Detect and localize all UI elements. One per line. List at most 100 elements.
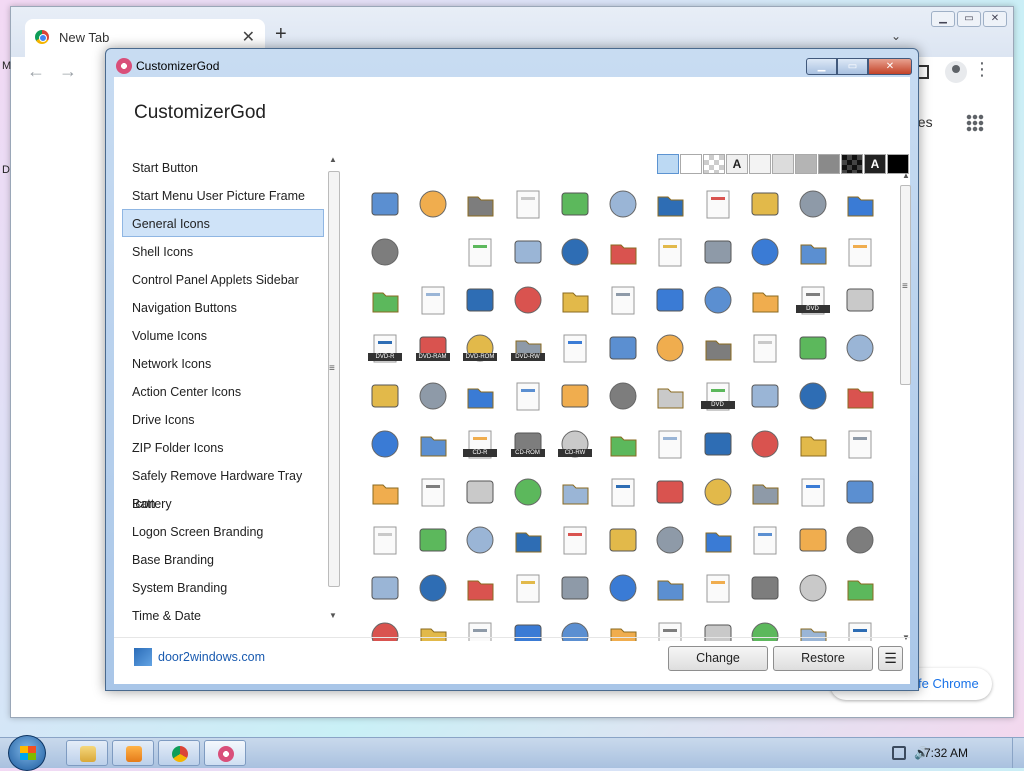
system-icon[interactable]	[558, 187, 592, 221]
system-icon[interactable]: CD-RW	[558, 427, 592, 461]
system-icon[interactable]	[511, 571, 545, 605]
start-orb-icon[interactable]	[8, 735, 46, 771]
system-icon[interactable]	[606, 523, 640, 557]
system-icon[interactable]	[701, 427, 735, 461]
system-icon[interactable]	[653, 571, 687, 605]
system-icon[interactable]	[843, 427, 877, 461]
system-icon[interactable]	[748, 427, 782, 461]
icon-grid[interactable]: DVD DVD-R DVD-RAM DVD-ROM DVD-RW DVD CD-R CD-RO…	[362, 183, 894, 641]
system-icon[interactable]	[748, 475, 782, 509]
system-icon[interactable]	[796, 187, 830, 221]
system-icon[interactable]	[653, 427, 687, 461]
nav-item-base-branding[interactable]: Base Branding	[122, 545, 324, 573]
taskbar-media-player-button[interactable]	[112, 740, 154, 766]
system-icon[interactable]	[511, 187, 545, 221]
system-icon[interactable]	[606, 187, 640, 221]
show-desktop-button[interactable]	[1012, 738, 1024, 768]
system-icon[interactable]	[653, 283, 687, 317]
nav-item-logon-screen-branding[interactable]: Logon Screen Branding	[122, 517, 324, 545]
chrome-close-button[interactable]: ✕	[983, 11, 1007, 27]
system-icon[interactable]	[796, 235, 830, 269]
close-button[interactable]: ✕	[868, 58, 912, 75]
system-icon[interactable]: CD-ROM	[510, 427, 545, 461]
system-icon[interactable]	[796, 475, 830, 509]
system-icon[interactable]	[843, 235, 877, 269]
door2windows-link[interactable]: door2windows.com	[158, 650, 265, 664]
scroll-down-arrow-icon[interactable]: ▼	[329, 611, 337, 620]
tab-close-icon[interactable]: ✕	[242, 27, 255, 47]
taskbar-chrome-button[interactable]	[158, 740, 200, 766]
system-icon[interactable]	[416, 283, 450, 317]
system-icon[interactable]	[843, 523, 877, 557]
taskbar-customizergod-button[interactable]	[204, 740, 246, 766]
nav-item-shell-icons[interactable]: Shell Icons	[122, 237, 324, 265]
system-icon[interactable]	[606, 427, 640, 461]
system-icon[interactable]	[463, 523, 497, 557]
system-icon[interactable]	[796, 427, 830, 461]
grid-scroll-up-icon[interactable]: ▲	[902, 171, 910, 180]
system-icon[interactable]	[368, 571, 402, 605]
system-icon[interactable]	[843, 475, 877, 509]
system-icon[interactable]	[416, 427, 450, 461]
background-swatch[interactable]: A	[726, 154, 748, 174]
nav-item-control-panel-applets-sidebar[interactable]: Control Panel Applets Sidebar	[122, 265, 324, 293]
system-icon[interactable]	[748, 283, 782, 317]
category-list[interactable]: Start Button Start Menu User Picture Fram…	[122, 153, 324, 623]
back-button[interactable]: ←	[27, 61, 45, 82]
scrollbar-thumb[interactable]	[328, 171, 340, 587]
system-icon[interactable]	[416, 571, 450, 605]
system-icon[interactable]	[511, 379, 545, 413]
background-swatch[interactable]	[749, 154, 771, 174]
system-icon[interactable]	[416, 187, 450, 221]
system-icon[interactable]	[843, 379, 877, 413]
background-swatch[interactable]	[657, 154, 679, 174]
system-icon[interactable]	[606, 475, 640, 509]
system-icon[interactable]	[796, 571, 830, 605]
system-icon[interactable]	[748, 235, 782, 269]
background-swatch[interactable]	[795, 154, 817, 174]
category-list-scrollbar[interactable]: ▲ ≡ ▼	[324, 153, 341, 625]
system-icon[interactable]	[606, 379, 640, 413]
system-icon[interactable]	[558, 379, 592, 413]
minimize-button[interactable]: ▁	[806, 58, 837, 75]
system-icon[interactable]	[653, 331, 687, 365]
system-icon[interactable]	[796, 523, 830, 557]
system-icon[interactable]	[843, 283, 877, 317]
system-clock[interactable]: 7:32 AM	[924, 746, 968, 760]
options-menu-button[interactable]: ☰	[878, 646, 903, 671]
system-icon[interactable]	[653, 379, 687, 413]
nav-item-time-date[interactable]: Time & Date	[122, 601, 324, 623]
system-icon[interactable]	[368, 523, 402, 557]
background-swatch[interactable]	[841, 154, 863, 174]
chrome-minimize-button[interactable]: ▁	[931, 11, 955, 27]
system-icon[interactable]	[558, 283, 592, 317]
system-icon[interactable]	[701, 187, 735, 221]
system-icon[interactable]	[748, 187, 782, 221]
system-icon[interactable]	[368, 283, 402, 317]
system-icon[interactable]	[701, 571, 735, 605]
system-icon[interactable]	[701, 331, 735, 365]
system-icon[interactable]	[558, 475, 592, 509]
system-icon[interactable]	[701, 475, 735, 509]
background-swatch[interactable]: A	[864, 154, 886, 174]
change-button[interactable]: Change	[668, 646, 768, 671]
background-swatch[interactable]	[772, 154, 794, 174]
system-icon[interactable]	[463, 283, 497, 317]
system-icon[interactable]: DVD-RAM	[415, 331, 450, 365]
system-icon[interactable]	[463, 235, 497, 269]
nav-item-general-icons[interactable]: General Icons	[122, 209, 324, 237]
system-icon[interactable]	[463, 379, 497, 413]
door2windows-link-group[interactable]: door2windows.com	[134, 648, 265, 666]
nav-item-start-menu-user-picture-frame[interactable]: Start Menu User Picture Frame	[122, 181, 324, 209]
system-icon[interactable]	[368, 187, 402, 221]
system-icon[interactable]	[511, 235, 545, 269]
restore-button[interactable]: Restore	[773, 646, 873, 671]
system-icon[interactable]	[368, 379, 402, 413]
nav-item-action-center-icons[interactable]: Action Center Icons	[122, 377, 324, 405]
system-icon[interactable]	[511, 283, 545, 317]
system-icon[interactable]	[606, 571, 640, 605]
system-icon[interactable]	[558, 331, 592, 365]
system-icon[interactable]	[748, 331, 782, 365]
forward-button[interactable]: →	[59, 61, 77, 82]
taskbar-explorer-button[interactable]	[66, 740, 108, 766]
